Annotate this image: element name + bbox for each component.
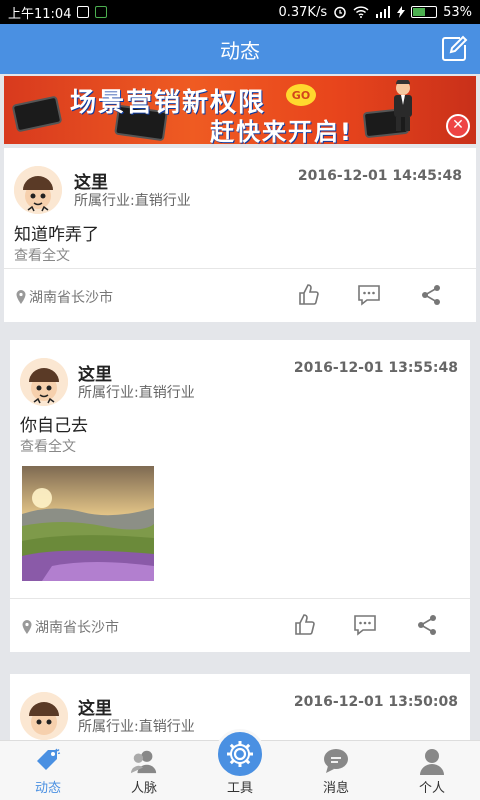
banner-close-button[interactable]: ✕: [446, 114, 470, 138]
author-industry: 所属行业:直销行业: [74, 193, 191, 209]
charging-icon: [397, 6, 406, 18]
location-label: 湖南省长沙市: [29, 290, 113, 306]
wifi-icon: [353, 6, 369, 18]
app-notification-icon: [95, 6, 108, 18]
avatar-icon: [14, 166, 62, 214]
post-image[interactable]: [22, 466, 154, 581]
view-full-text-link[interactable]: 查看全文: [14, 245, 70, 265]
tools-center-button[interactable]: [215, 729, 265, 779]
app-header: 动态: [0, 24, 480, 74]
share-icon: [418, 615, 436, 635]
battery-percent: 53%: [443, 4, 472, 20]
battery-icon: [411, 6, 438, 18]
location-pin-icon: [16, 290, 26, 304]
comment-icon: [354, 615, 376, 636]
tab-tools[interactable]: 工具: [192, 729, 288, 800]
view-full-text-link[interactable]: 查看全文: [20, 436, 76, 456]
alarm-icon: [334, 6, 346, 19]
status-time: 上午11:04: [8, 6, 72, 22]
gear-icon: [227, 741, 253, 767]
comment-icon: [358, 285, 380, 306]
notification-icon: [77, 6, 90, 18]
tab-messages[interactable]: 消息: [288, 741, 384, 800]
go-badge: GO: [286, 84, 316, 106]
divider: [10, 598, 470, 599]
promo-banner[interactable]: 场景营销新权限 GO 赶快来开启! ✕: [4, 76, 476, 144]
tab-contacts[interactable]: 人脉: [96, 741, 192, 800]
location: 湖南省长沙市: [16, 287, 113, 307]
tab-label: 人脉: [130, 781, 157, 796]
tab-label: 动态: [34, 781, 61, 796]
post-card[interactable]: 这里 所属行业:直销行业 2016-12-01 14:45:48 知道咋弄了 查…: [4, 148, 476, 322]
chat-icon: [322, 747, 350, 775]
like-button[interactable]: [296, 282, 322, 308]
avatar-icon: [20, 358, 68, 406]
avatar[interactable]: [20, 692, 68, 740]
businessman-illustration: [394, 80, 412, 131]
divider: [4, 268, 476, 269]
avatar[interactable]: [20, 358, 68, 406]
bottom-tab-bar: 动态 人脉 工具 消息 个人: [0, 729, 480, 800]
share-button[interactable]: [418, 282, 444, 308]
network-speed: 0.37K/s: [278, 4, 328, 20]
tab-label: 消息: [322, 781, 349, 796]
person-icon: [418, 747, 446, 775]
contacts-icon: [130, 747, 158, 775]
author-industry: 所属行业:直销行业: [78, 719, 195, 735]
location-pin-icon: [22, 620, 32, 634]
location: 湖南省长沙市: [22, 617, 119, 637]
status-bar: 上午11:04 0.37K/s 53%: [0, 0, 480, 24]
comment-button[interactable]: [356, 282, 382, 308]
post-card[interactable]: 这里 所属行业:直销行业 2016-12-01 13:55:48 你自己去 查看…: [10, 340, 470, 652]
thumbs-up-icon: [295, 614, 315, 635]
tab-profile[interactable]: 个人: [384, 741, 480, 800]
share-icon: [422, 285, 440, 305]
landscape-photo: [22, 466, 154, 581]
tab-feed[interactable]: 动态: [0, 741, 96, 800]
phone-illustration: [11, 95, 63, 133]
post-timestamp: 2016-12-01 14:45:48: [297, 168, 462, 184]
comment-button[interactable]: [352, 612, 378, 638]
location-label: 湖南省长沙市: [35, 620, 119, 636]
banner-subline: 赶快来开启!: [210, 118, 353, 144]
tab-label: 工具: [226, 781, 253, 796]
post-content: 知道咋弄了: [14, 225, 99, 245]
avatar-icon: [20, 692, 68, 740]
share-button[interactable]: [414, 612, 440, 638]
compose-button[interactable]: [438, 33, 470, 65]
thumbs-up-icon: [299, 284, 319, 305]
author-industry: 所属行业:直销行业: [78, 385, 195, 401]
signal-icon: [376, 6, 391, 18]
like-button[interactable]: [292, 612, 318, 638]
avatar[interactable]: [14, 166, 62, 214]
post-timestamp: 2016-12-01 13:50:08: [293, 694, 458, 710]
page-title: 动态: [220, 38, 260, 63]
tag-icon: [34, 747, 62, 775]
edit-icon: [442, 35, 468, 61]
post-timestamp: 2016-12-01 13:55:48: [293, 360, 458, 376]
tab-label: 个人: [418, 781, 445, 796]
post-content: 你自己去: [20, 416, 88, 436]
